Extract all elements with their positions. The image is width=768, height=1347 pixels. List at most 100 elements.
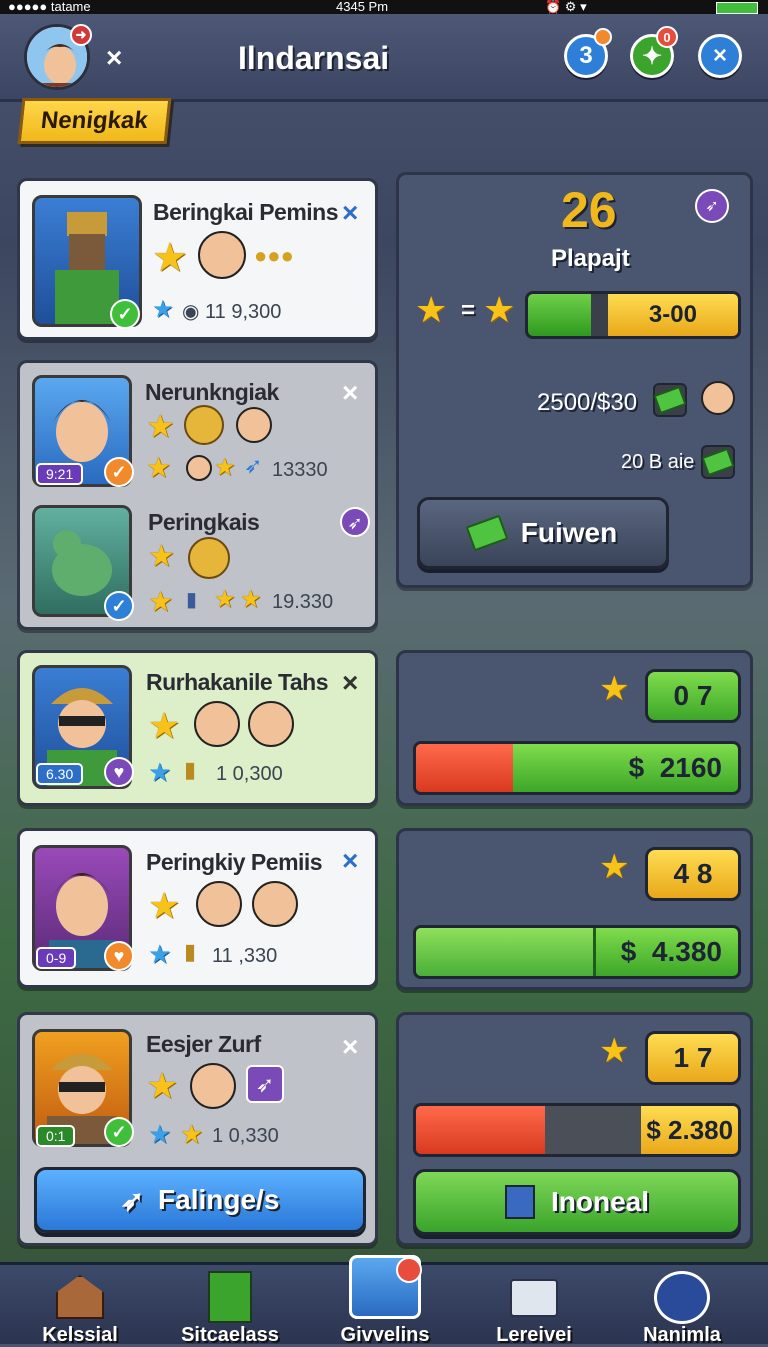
status-bar: ●●●●● tatame 4345 Pm ⏰ ⚙ ▾: [0, 0, 768, 14]
reward-price-bar[interactable]: $ 4.380: [413, 925, 741, 979]
nav-item-lereivei[interactable]: Lereivei: [486, 1265, 582, 1347]
star-icon: ★: [148, 586, 174, 617]
favorite-heart-icon: ♥: [104, 757, 134, 787]
hero-level: 0:1: [36, 1125, 76, 1147]
exp-progress-bar: 3-00: [525, 291, 741, 339]
price-line: 2500/$30: [537, 389, 638, 416]
clock: 4345 Pm: [336, 0, 389, 14]
hero-name: Nerunkngiak: [145, 379, 279, 405]
reward-price-bar[interactable]: $ 2160: [413, 741, 741, 795]
reward-bar-fill: [416, 744, 513, 792]
coins-dot-badge: [594, 28, 612, 46]
fuiwen-button[interactable]: Fuiwen: [417, 497, 669, 569]
blue-star-icon: ★: [148, 939, 172, 969]
coins-pile-icon: ●●●: [254, 243, 294, 268]
cash-icon: [653, 383, 687, 417]
reward-price-bar[interactable]: $ 2.380: [413, 1103, 741, 1157]
reward-count: 4 8: [645, 847, 741, 901]
exp-value: 3-00: [607, 294, 738, 336]
nav-item-kelssial[interactable]: Kelssial: [30, 1265, 130, 1347]
hero-name: Beringkai Pemins: [153, 199, 339, 225]
star-icon: ★: [214, 586, 236, 613]
alarm-icon: ⏰ ⚙ ▾: [545, 0, 587, 14]
hero-name: Eesjer Zurf: [146, 1031, 261, 1057]
star-icon: ★: [483, 289, 516, 330]
rocket-icon: ➶: [246, 1065, 284, 1103]
falinges-button[interactable]: ➶ Falinge/s: [34, 1167, 366, 1233]
blue-star-icon: ★: [152, 296, 174, 323]
ally-face-icon: [236, 407, 272, 443]
cash-icon: [465, 514, 509, 552]
hero-card-3[interactable]: 6.30 ♥ Rurhakanile Tahs × ★ ★ ▮ 1 0,300: [17, 650, 378, 806]
ally-face-icon: [194, 701, 240, 747]
upgrade-check-icon: ✓: [104, 457, 134, 487]
hero-card-2[interactable]: 9:21 ✓ Nerunkngiak × ★ ★ ★ ➶ 13330 ✓ Per…: [17, 360, 378, 630]
star-icon: ★: [214, 454, 236, 481]
gems-notification-badge: 0: [656, 26, 678, 48]
nav-item-givvelins[interactable]: Givvelins: [330, 1255, 440, 1347]
cash-icon: [701, 445, 735, 479]
star-icon: ★: [599, 848, 630, 886]
blue-star-icon: ★: [148, 1119, 172, 1149]
reward-panel-2: ★ 4 8 $ 4.380: [396, 828, 753, 990]
ally-face-icon: [196, 881, 242, 927]
card-close-icon[interactable]: ×: [342, 199, 358, 227]
hero-power: 1 0,330: [212, 1125, 279, 1147]
hero-card-5[interactable]: 0:1 ✓ Eesjer Zurf × ★ ➶ ★ ★ 1 0,330 ➶ Fa…: [17, 1012, 378, 1246]
ally-small-face-icon: [186, 455, 212, 481]
door-icon: [208, 1271, 252, 1323]
star-icon: ★: [599, 1032, 630, 1070]
owned-check-icon: ✓: [110, 299, 140, 329]
hero-power: 1 0,300: [216, 763, 283, 785]
carrier-label: ●●●●● tatame: [8, 0, 91, 14]
exp-progress-fill: [528, 294, 591, 336]
header-close-icon[interactable]: ×: [106, 44, 122, 72]
card-close-icon[interactable]: ×: [342, 379, 358, 407]
stock-line: 20 B aie: [621, 451, 695, 473]
hero-name: Peringkiy Pemiis: [146, 849, 323, 875]
avatar-alert-badge: ➜: [70, 24, 92, 46]
calculator-icon: [504, 1185, 535, 1219]
top-header: ➜ × Ilndarnsai 3 ✦ 0 ×: [0, 14, 768, 102]
cursor-arrow-icon: ➶: [120, 1184, 145, 1216]
hero-name: Rurhakanile Tahs: [146, 669, 329, 695]
ally-face-icon: [190, 1063, 236, 1109]
card-close-icon[interactable]: ×: [342, 1033, 358, 1061]
falinges-button-label: Falinge/s: [158, 1184, 280, 1215]
ally-face-icon: [252, 881, 298, 927]
card-close-icon[interactable]: ×: [342, 847, 358, 875]
barrel-icon: ▮: [184, 757, 197, 782]
player-rank: 26: [561, 182, 617, 238]
hero-name: Peringkais: [148, 509, 260, 535]
star-icon: ★: [146, 452, 172, 483]
gold-coin-icon: [184, 405, 224, 445]
nav-item-sitcaelass[interactable]: Sitcaelass: [172, 1265, 288, 1347]
battery-icon: [716, 2, 758, 14]
barrel-icon: ▮: [184, 939, 197, 964]
star-icon: ★: [146, 408, 175, 444]
hero-level: 9:21: [36, 463, 84, 485]
star-icon: ★: [148, 705, 181, 746]
inoneal-button[interactable]: Inoneal: [413, 1169, 741, 1235]
owned-check-icon: ✓: [104, 1117, 134, 1147]
boost-icon[interactable]: ➶: [340, 507, 370, 537]
hero-card-4[interactable]: 0-9 ♥ Peringkiy Pemiis × ★ ★ ▮ 11 ,330: [17, 828, 378, 988]
card-close-icon[interactable]: ×: [342, 669, 358, 697]
gem-icon: ✦: [641, 42, 663, 70]
reward-price: $ 2.380: [641, 1106, 738, 1154]
favorite-heart-icon: ♥: [104, 941, 134, 971]
ally-face-icon: [701, 381, 735, 415]
gold-coin-icon: [188, 537, 230, 579]
reward-bar-fill: [416, 1106, 545, 1154]
nav-alert-badge: [396, 1257, 422, 1283]
hero-level: 6.30: [36, 763, 84, 785]
hero-card-1[interactable]: ✓ Beringkai Pemins × ★ ●●● ★ ◉ 11 9,300: [17, 178, 378, 340]
boost-icon[interactable]: ➶: [695, 189, 729, 223]
nav-item-nanimla[interactable]: Nanimla: [632, 1265, 732, 1347]
equals-sign: =: [461, 297, 476, 324]
close-button[interactable]: ×: [698, 34, 742, 78]
hero-power: ◉ 11 9,300: [182, 301, 282, 323]
star-icon: ★: [152, 236, 188, 280]
hero-level: 0-9: [36, 947, 77, 969]
star-icon: ★: [148, 540, 175, 573]
